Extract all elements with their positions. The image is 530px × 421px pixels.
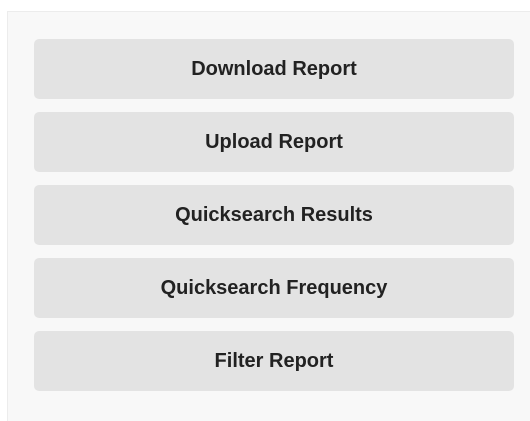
quicksearch-frequency-label: Quicksearch Frequency <box>160 276 388 299</box>
reports-panel: Download Report Upload Report Quicksearc… <box>7 11 530 421</box>
quicksearch-frequency-button[interactable]: Quicksearch Frequency <box>34 258 514 318</box>
download-report-label: Download Report <box>191 57 357 80</box>
upload-report-label: Upload Report <box>205 130 343 153</box>
filter-report-label: Filter Report <box>214 349 334 372</box>
download-report-button[interactable]: Download Report <box>34 39 514 99</box>
upload-report-button[interactable]: Upload Report <box>34 112 514 172</box>
filter-report-button[interactable]: Filter Report <box>34 331 514 391</box>
quicksearch-results-button[interactable]: Quicksearch Results <box>34 185 514 245</box>
quicksearch-results-label: Quicksearch Results <box>175 203 373 226</box>
report-button-list: Download Report Upload Report Quicksearc… <box>34 39 514 391</box>
